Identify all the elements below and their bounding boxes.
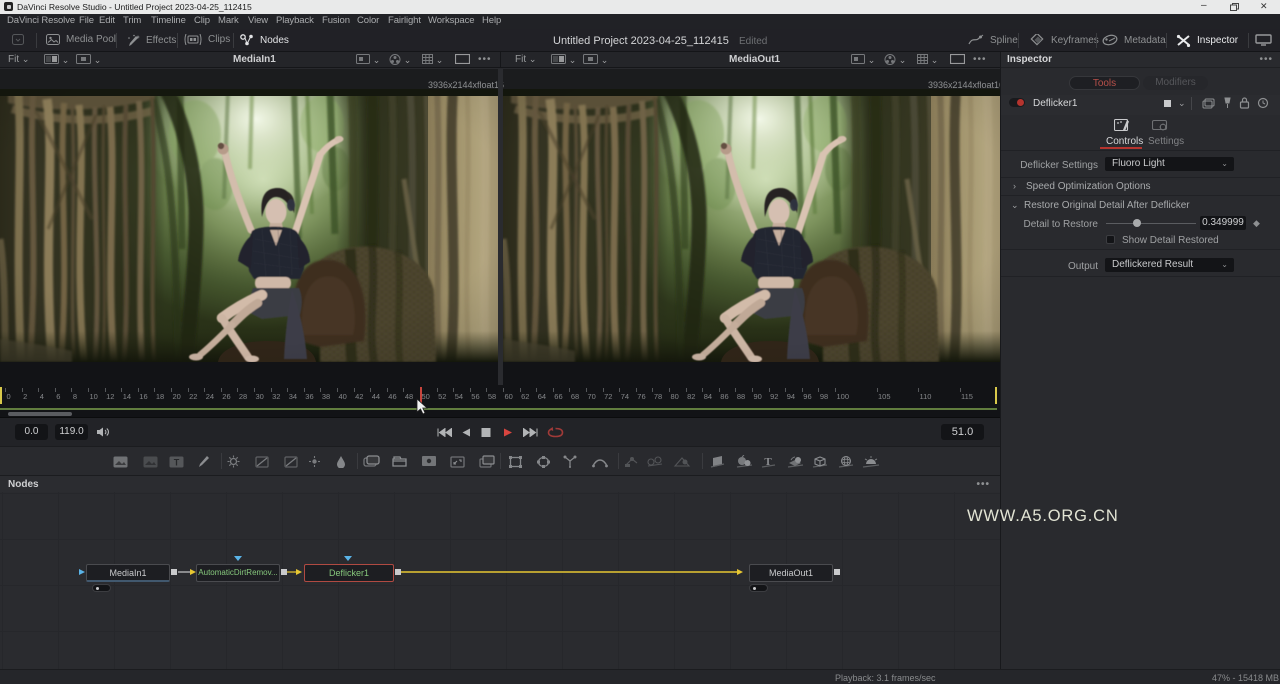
- svg-text:T: T: [764, 456, 772, 468]
- svg-text:T: T: [174, 458, 180, 468]
